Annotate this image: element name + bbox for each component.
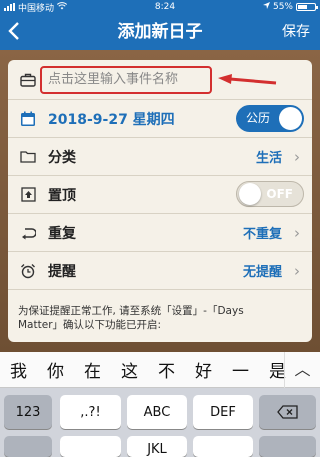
chevron-right-icon: › (294, 147, 300, 166)
clock: 8:24 (154, 2, 176, 12)
candidate-word[interactable]: 我 (0, 357, 37, 382)
candidate-word[interactable]: 一 (222, 357, 259, 382)
folder-icon (18, 147, 38, 167)
key-abc[interactable]: ABC (127, 395, 187, 429)
keyboard: 我 你 在 这 不 好 一 是 ︿ 123 ,.?! ABC DEF JKL (0, 352, 320, 457)
candidate-word[interactable]: 你 (37, 357, 74, 382)
name-row: 点击这里输入事件名称 (8, 60, 312, 100)
reminder-label: 提醒 (48, 263, 76, 280)
pin-top-icon (18, 185, 38, 205)
carrier-label: 中国移动 (18, 3, 55, 14)
chevron-right-icon: › (294, 223, 300, 242)
key-partial[interactable] (4, 436, 52, 457)
expand-candidates-icon[interactable]: ︿ (284, 352, 320, 388)
category-label: 分类 (48, 149, 76, 166)
nav-bar: 添加新日子 保存 (0, 14, 320, 50)
key-partial[interactable] (60, 436, 121, 457)
note-line-1: 为保证提醒正常工作, 请至系统「设置」-「Days (18, 305, 244, 317)
category-value: 生活 (255, 151, 282, 166)
pin-label: 置顶 (48, 187, 76, 204)
category-row[interactable]: 分类 生活 › (8, 138, 312, 176)
red-arrow-annotation (218, 74, 277, 85)
page-title: 添加新日子 (117, 22, 203, 42)
key-partial[interactable] (193, 436, 253, 457)
candidate-word[interactable]: 在 (74, 357, 111, 382)
key-123[interactable]: 123 (4, 395, 52, 429)
event-name-input[interactable]: 点击这里输入事件名称 (40, 66, 212, 94)
battery-icon (296, 3, 318, 11)
status-bar: 中国移动 8:24 55% (0, 0, 320, 14)
chevron-right-icon: › (294, 261, 300, 280)
repeat-value: 不重复 (242, 227, 282, 242)
note-line-2: Matter」确认以下功能已开启: (18, 319, 162, 331)
date-row[interactable]: 2018-9-27 星期四 公历 (8, 100, 312, 138)
candidate-word[interactable]: 好 (185, 357, 222, 382)
calendar-icon (18, 109, 38, 129)
date-value: 2018-9-27 星期四 (48, 111, 175, 128)
permission-note: 为保证提醒正常工作, 请至系统「设置」-「Days Matter」确认以下功能已… (18, 304, 308, 332)
backspace-key[interactable] (259, 395, 316, 429)
pin-row: 置顶 OFF (8, 176, 312, 214)
reminder-row[interactable]: 提醒 无提醒 › (8, 252, 312, 290)
wifi-icon (56, 1, 68, 13)
key-partial[interactable] (259, 436, 316, 457)
repeat-label: 重复 (48, 225, 76, 242)
candidate-bar: 我 你 在 这 不 好 一 是 ︿ (0, 352, 320, 388)
reminder-value: 无提醒 (242, 265, 282, 280)
toggle-knob (279, 107, 302, 130)
form-area: 点击这里输入事件名称 2018-9-27 星期四 公历 分类 生活 › 置顶 O… (0, 50, 320, 352)
location-icon (262, 2, 270, 12)
briefcase-icon (18, 70, 38, 90)
signal-icon (4, 3, 15, 11)
backspace-icon (276, 405, 298, 419)
toggle-knob (239, 183, 261, 205)
key-punctuation[interactable]: ,.?! (60, 395, 121, 429)
form-panel: 点击这里输入事件名称 2018-9-27 星期四 公历 分类 生活 › 置顶 O… (8, 60, 312, 342)
repeat-icon (18, 223, 38, 243)
key-def[interactable]: DEF (193, 395, 253, 429)
battery-percent: 55% (272, 2, 293, 12)
pin-toggle-label: OFF (266, 187, 293, 201)
save-button[interactable]: 保存 (282, 14, 310, 50)
repeat-row[interactable]: 重复 不重复 › (8, 214, 312, 252)
alarm-clock-icon (18, 261, 38, 281)
candidate-word[interactable]: 不 (148, 357, 185, 382)
calendar-mode-label: 公历 (246, 111, 271, 125)
candidate-word[interactable]: 这 (111, 357, 148, 382)
pin-toggle[interactable]: OFF (236, 181, 304, 207)
key-jkl[interactable]: JKL (127, 436, 187, 457)
calendar-mode-toggle[interactable]: 公历 (236, 105, 304, 132)
